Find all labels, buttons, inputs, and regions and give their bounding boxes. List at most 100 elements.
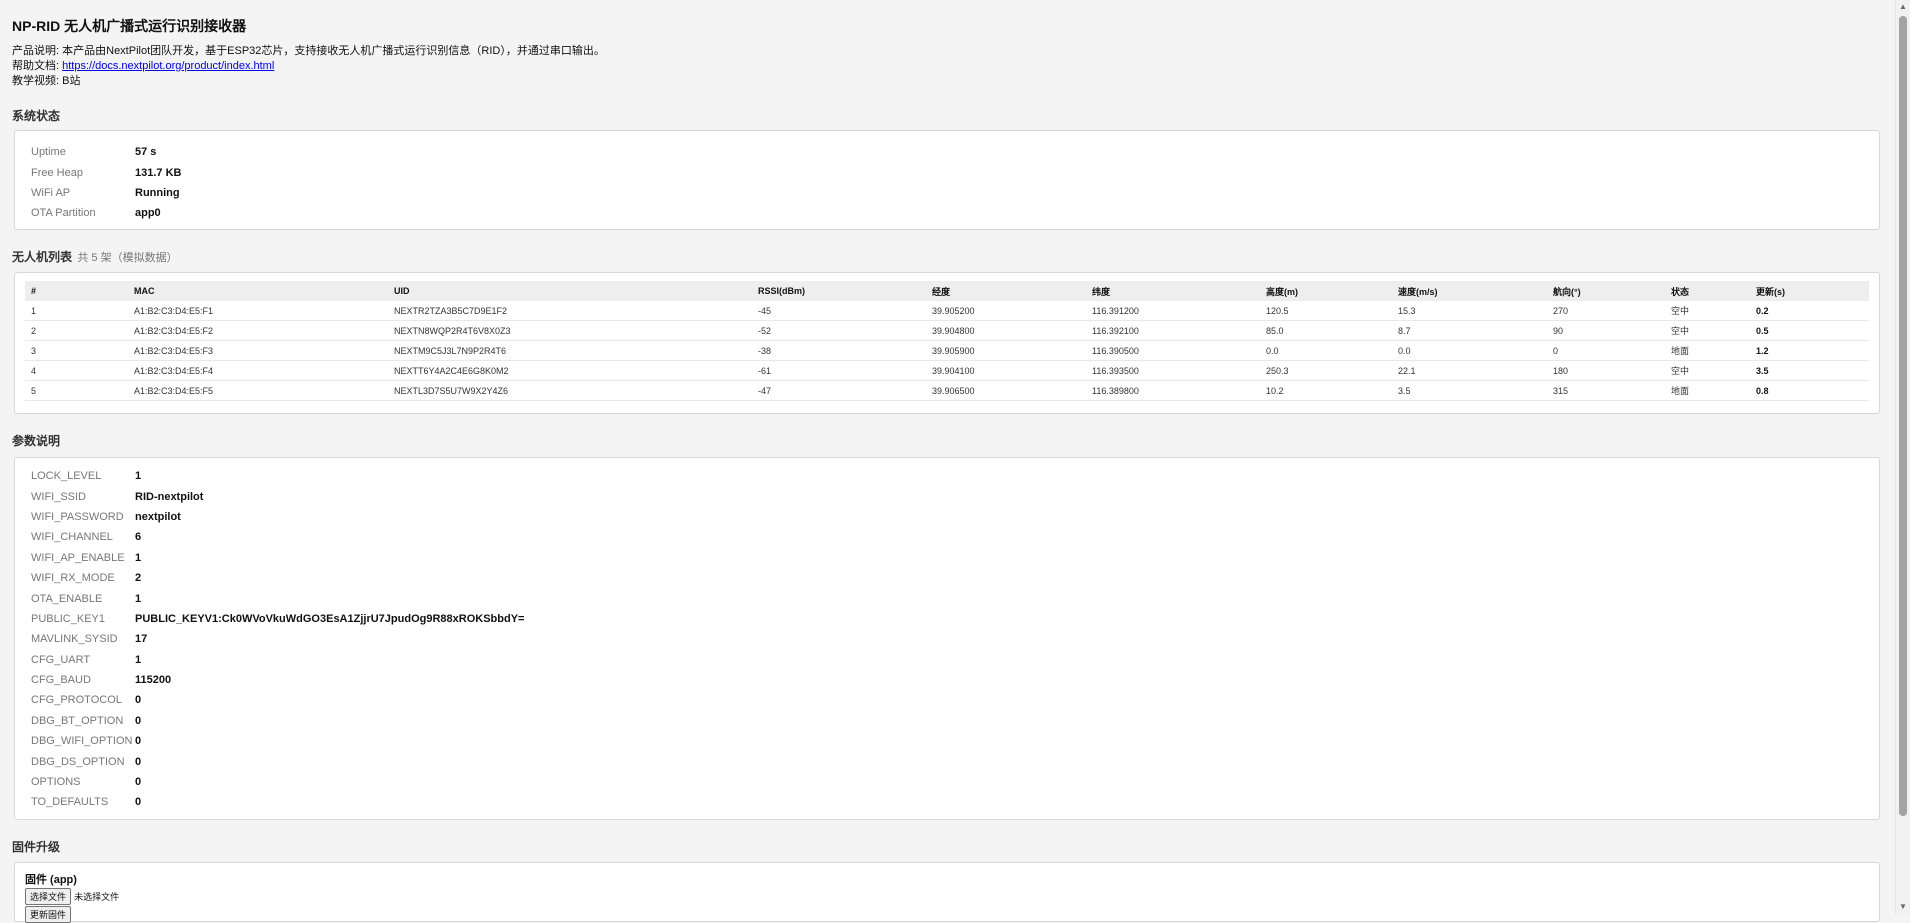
param-row: CFG_BAUD 115200	[15, 670, 1879, 690]
page: NP-RID 无人机广播式运行识别接收器 产品说明: 本产品由NextPilot…	[0, 0, 1896, 923]
table-cell: 180	[1547, 360, 1665, 381]
table-cell: 3.5	[1392, 380, 1547, 401]
table-row[interactable]: 2 A1:B2:C3:D4:E5:F2 NEXTN8WQP2R4T6V8X0Z3 -5…	[25, 320, 1869, 341]
table-cell: 116.389800	[1086, 380, 1260, 401]
param-row: WIFI_CHANNEL 6	[15, 527, 1879, 547]
drone-table-header: # MAC UID RSSI(dBm) 经度 纬度 高度(m) 速度(m/s) …	[25, 281, 1869, 301]
param-row: WIFI_RX_MODE 2	[15, 568, 1879, 588]
param-value: 0	[135, 796, 142, 809]
table-cell: 0.0	[1260, 340, 1392, 361]
table-cell: NEXTT6Y4A2C4E6G8K0M2	[388, 360, 752, 381]
column-header[interactable]: 纬度	[1086, 281, 1260, 301]
system-status-title: 系统状态	[12, 109, 61, 123]
param-key: TO_DEFAULTS	[31, 796, 109, 809]
table-cell: 116.390500	[1086, 340, 1260, 361]
scroll-up-arrow-icon[interactable]: ▲	[1896, 0, 1910, 14]
status-value: 131.7 KB	[135, 166, 182, 179]
table-cell: NEXTN8WQP2R4T6V8X0Z3	[388, 320, 752, 341]
param-key: PUBLIC_KEY1	[31, 612, 105, 625]
status-value: Running	[135, 186, 180, 199]
vertical-scrollbar[interactable]: ▲ ▼	[1895, 0, 1910, 914]
table-cell: 116.392100	[1086, 320, 1260, 341]
table-cell: NEXTM9C5J3L7N9P2R4T6	[388, 340, 752, 361]
params-card: LOCK_LEVEL 1 WIFI_SSID RID-nextpilot WIFI_PA…	[14, 457, 1880, 820]
column-header[interactable]: #	[25, 281, 128, 301]
column-header[interactable]: 速度(m/s)	[1392, 281, 1547, 301]
table-cell: A1:B2:C3:D4:E5:F5	[128, 380, 388, 401]
table-cell: 39.905200	[926, 301, 1086, 321]
status-key: Uptime	[31, 146, 66, 159]
column-header[interactable]: 更新(s)	[1750, 281, 1869, 301]
param-row: CFG_UART 1	[15, 650, 1879, 670]
table-cell: 4	[25, 360, 128, 381]
table-cell: 空中	[1665, 360, 1750, 381]
param-row: DBG_DS_OPTION 0	[15, 751, 1879, 771]
status-key: OTA Partition	[31, 207, 96, 220]
column-header[interactable]: 经度	[926, 281, 1086, 301]
scroll-down-arrow-icon[interactable]: ▼	[1896, 900, 1910, 914]
param-value: 0	[135, 776, 142, 789]
table-cell: 39.904100	[926, 360, 1086, 381]
table-cell: 2	[25, 320, 128, 341]
table-cell: NEXTR2TZA3B5C7D9E1F2	[388, 301, 752, 321]
param-value: 0	[135, 714, 142, 727]
table-row[interactable]: 3 A1:B2:C3:D4:E5:F3 NEXTM9C5J3L7N9P2R4T6 -3…	[25, 340, 1869, 361]
table-cell: 116.391200	[1086, 301, 1260, 321]
column-header[interactable]: 高度(m)	[1260, 281, 1392, 301]
table-row[interactable]: 5 A1:B2:C3:D4:E5:F5 NEXTL3D7S5U7W9X2Y4Z6 -4…	[25, 380, 1869, 401]
param-key: WIFI_SSID	[31, 490, 87, 503]
param-key: WIFI_RX_MODE	[31, 572, 115, 585]
table-cell: A1:B2:C3:D4:E5:F1	[128, 301, 388, 321]
firmware-title: 固件升级	[12, 840, 61, 854]
table-row[interactable]: 1 A1:B2:C3:D4:E5:F1 NEXTR2TZA3B5C7D9E1F2 -4…	[25, 301, 1869, 321]
param-value: 0	[135, 694, 142, 707]
param-key: CFG_PROTOCOL	[31, 694, 122, 707]
table-cell: 22.1	[1392, 360, 1547, 381]
param-key: CFG_UART	[31, 653, 91, 666]
param-value: nextpilot	[135, 510, 181, 523]
table-cell: NEXTL3D7S5U7W9X2Y4Z6	[388, 380, 752, 401]
table-cell: A1:B2:C3:D4:E5:F4	[128, 360, 388, 381]
status-value: app0	[135, 207, 161, 220]
drone-list-heading: 无人机列表	[12, 250, 73, 264]
param-key: WIFI_AP_ENABLE	[31, 551, 125, 564]
table-cell: 39.905900	[926, 340, 1086, 361]
help-doc-link[interactable]: https://docs.nextpilot.org/product/index…	[62, 60, 274, 72]
table-cell: 空中	[1665, 320, 1750, 341]
column-header[interactable]: RSSI(dBm)	[752, 281, 926, 301]
param-value: RID-nextpilot	[135, 490, 204, 503]
param-key: MAVLINK_SYSID	[31, 633, 118, 646]
param-row: WIFI_AP_ENABLE 1	[15, 548, 1879, 568]
table-cell: 0.8	[1750, 380, 1869, 401]
table-cell: 1.2	[1750, 340, 1869, 361]
param-value: 1	[135, 551, 142, 564]
table-cell: 地面	[1665, 340, 1750, 361]
params-title: 参数说明	[12, 434, 61, 448]
column-header[interactable]: 状态	[1665, 281, 1750, 301]
column-header[interactable]: UID	[388, 281, 752, 301]
table-cell: 5	[25, 380, 128, 401]
table-cell: -52	[752, 320, 926, 341]
table-cell: 0.2	[1750, 301, 1869, 321]
table-cell: 270	[1547, 301, 1665, 321]
table-cell: 90	[1547, 320, 1665, 341]
page-title: NP-RID 无人机广播式运行识别接收器	[12, 18, 247, 34]
drone-list-card: # MAC UID RSSI(dBm) 经度 纬度 高度(m) 速度(m/s) …	[14, 272, 1880, 414]
column-header[interactable]: 航向(°)	[1547, 281, 1665, 301]
param-row: TO_DEFAULTS 0	[15, 792, 1879, 812]
status-key: WiFi AP	[31, 186, 71, 199]
table-row[interactable]: 4 A1:B2:C3:D4:E5:F4 NEXTT6Y4A2C4E6G8K0M2 -6…	[25, 360, 1869, 381]
table-cell: 116.393500	[1086, 360, 1260, 381]
choose-file-button[interactable]: 选择文件	[25, 888, 72, 905]
scrollbar-thumb[interactable]	[1899, 16, 1907, 816]
param-row: DBG_BT_OPTION 0	[15, 711, 1879, 731]
param-value: 115200	[135, 674, 172, 687]
table-cell: A1:B2:C3:D4:E5:F3	[128, 340, 388, 361]
table-cell: 0	[1547, 340, 1665, 361]
param-value: 0	[135, 755, 142, 768]
status-key: Free Heap	[31, 166, 83, 179]
update-firmware-button[interactable]: 更新固件	[25, 906, 72, 923]
drone-list-title: 无人机列表 共 5 架（模拟数据）	[12, 248, 178, 265]
column-header[interactable]: MAC	[128, 281, 388, 301]
status-value: 57 s	[135, 146, 157, 159]
